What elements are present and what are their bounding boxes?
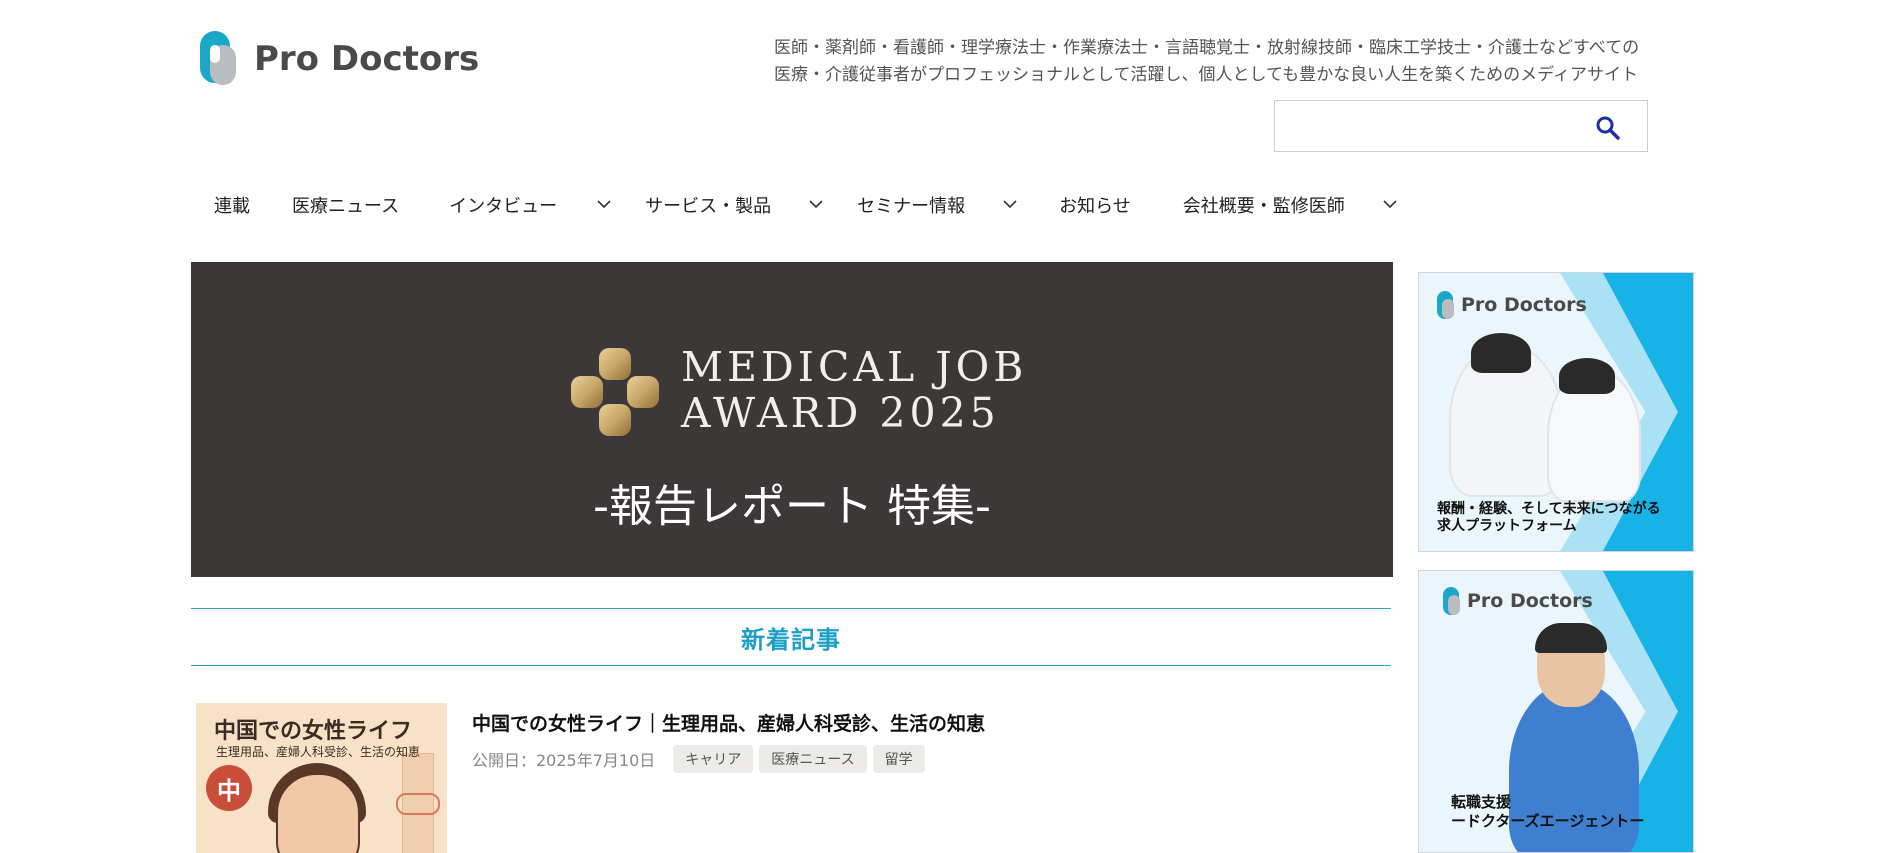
chevron-down-icon[interactable] [805,198,827,212]
hero-title-line-1: MEDICAL JOB [681,343,1028,391]
nav-item-label: 医療ニュース [292,196,400,217]
thumbnail-subline: 生理用品、産婦人科受診、生活の知恵 [216,745,421,759]
ad-caption: 報酬・経験、そして未来につながる 求人プラットフォーム [1437,501,1661,535]
ad-caption-line-2: 求人プラットフォーム [1437,518,1577,534]
nurse-hair-illustration [1559,358,1615,394]
nav-item-label: 会社概要・監修医師 [1182,196,1345,217]
doctor-hair-illustration [1535,623,1607,653]
ad-brand-text: Pro Doctors [1467,590,1593,612]
nav-item-label: お知らせ [1059,196,1131,217]
article-thumbnail[interactable]: 中国での女性ライフ 生理用品、産婦人科受診、生活の知恵 中 [196,703,447,853]
site-tagline: 医師・薬剤師・看護師・理学療法士・作業療法士・言語聴覚士・放射線技師・臨床工学技… [774,35,1639,89]
nav-item-interview[interactable]: インタビュー [449,192,615,218]
nav-item-company[interactable]: 会社概要・監修医師 [1183,192,1401,218]
ad-caption: 転職支援 ードクターズエージェントー [1451,793,1644,831]
tagline-line-1: 医師・薬剤師・看護師・理学療法士・作業療法士・言語聴覚士・放射線技師・臨床工学技… [774,38,1640,58]
nav-item-series[interactable]: 連載 [214,192,250,218]
tagline-line-2: 医療・介護従事者がプロフェッショナルとして活躍し、個人としても豊かな良い人生を築… [774,65,1638,85]
search-box [1274,100,1648,152]
site-logo[interactable]: Pro Doctors [200,31,479,87]
ad-caption-line-2: ードクターズエージェントー [1451,812,1645,830]
nav-item-news[interactable]: お知らせ [1059,192,1131,218]
chevron-down-icon[interactable] [1379,198,1401,212]
logo-text: Pro Doctors [254,39,480,79]
tag-medical-news[interactable]: 医療ニュース [759,745,867,773]
section-heading: 新着記事 [191,608,1391,666]
article-title[interactable]: 中国での女性ライフ｜生理用品、産婦人科受診、生活の知恵 [472,709,985,736]
ad-brand-text: Pro Doctors [1461,294,1587,316]
logo-mark-icon [200,31,236,87]
chevron-down-icon[interactable] [593,198,615,212]
chevron-down-icon[interactable] [999,198,1021,212]
sidebar-ad-job-platform[interactable]: Pro Doctors 報酬・経験、そして未来につながる 求人プラットフォーム [1418,272,1694,552]
article-card[interactable]: 中国での女性ライフ 生理用品、産婦人科受診、生活の知恵 中 中国での女性ライフ｜… [196,703,1391,853]
logo-mark-icon [1437,291,1454,319]
nav-item-services[interactable]: サービス・製品 [645,192,827,218]
hero-title-line-2: AWARD 2025 [681,389,1000,437]
nav-item-label: セミナー情報 [857,196,966,217]
hero-banner[interactable]: MEDICAL JOB AWARD 2025 -報告レポート 特集- [191,262,1393,577]
nav-item-medical-news[interactable]: 医療ニュース [292,192,399,218]
tag-career[interactable]: キャリア [673,745,754,773]
search-icon[interactable] [1595,115,1621,141]
hero-title: MEDICAL JOB AWARD 2025 [681,344,1027,436]
ad-caption-line-1: 報酬・経験、そして未来につながる [1437,501,1661,517]
award-emblem-icon [571,348,659,436]
main-nav: 連載 医療ニュース インタビュー サービス・製品 セミナー情報 お知らせ 会社概… [214,190,1401,220]
section-heading-text: 新着記事 [741,625,841,654]
nav-item-label: サービス・製品 [645,196,772,217]
nav-item-label: インタビュー [449,196,558,217]
doctor-hair-illustration [1471,333,1531,373]
nav-item-label: 連載 [214,196,250,217]
hero-subtitle: -報告レポート 特集- [593,481,991,532]
woman-face-illustration [276,773,360,853]
nav-item-seminars[interactable]: セミナー情報 [857,192,1021,218]
article-meta: 公開日：2025年7月10日 キャリア 医療ニュース 留学 [472,745,925,773]
article-date: 公開日：2025年7月10日 [472,751,656,770]
logo-mark-icon [1443,587,1460,615]
cloud-illustration [396,793,440,815]
search-input[interactable] [1285,111,1589,143]
ad-caption-line-1: 転職支援 [1451,793,1512,811]
sidebar-ad-doctors-agent[interactable]: Pro Doctors 転職支援 ードクターズエージェントー [1418,570,1694,853]
ad-brand: Pro Doctors [1437,291,1587,319]
ad-brand: Pro Doctors [1443,587,1593,615]
thumbnail-headline: 中国での女性ライフ [214,719,413,744]
tag-study-abroad[interactable]: 留学 [872,745,925,773]
thumbnail-badge: 中 [206,765,252,811]
